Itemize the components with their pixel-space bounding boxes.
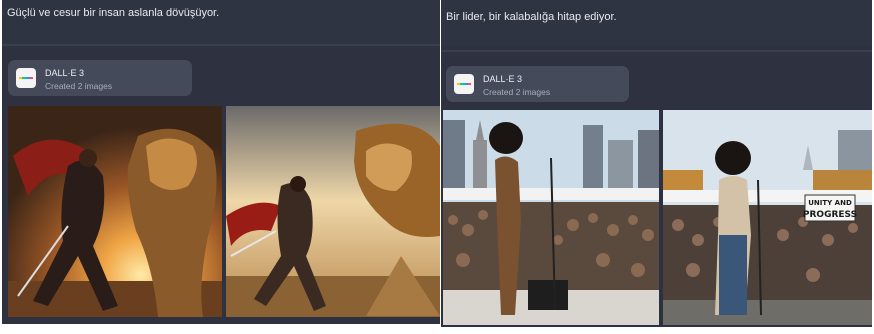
user-prompt-text: Bir lider, bir kalabalığa hitap ediyor. [446,11,617,23]
tool-title: DALL·E 3 [483,74,523,84]
user-prompt-bubble: Bir lider, bir kalabalığa hitap ediyor. [441,0,872,46]
user-prompt-text: Güçlü ve cesur bir insan aslanla dövüşüy… [7,7,220,19]
generated-image-2[interactable] [226,106,440,317]
dalle-logo-icon [454,74,474,94]
generated-image-4[interactable]: UNITY AND PROGRESS [663,110,872,325]
tool-subtitle: Created 2 images [483,87,551,97]
protest-sign-line2: PROGRESS [803,210,857,220]
chat-panel-left: Güçlü ve cesur bir insan aslanla dövüşüy… [2,0,440,324]
dalle-tool-card[interactable]: DALL·E 3 Created 2 images [8,60,192,96]
user-prompt-bubble: Güçlü ve cesur bir insan aslanla dövüşüy… [2,0,440,44]
tool-subtitle: Created 2 images [45,81,113,91]
generated-image-1[interactable] [8,106,222,317]
dalle-tool-card[interactable]: DALL·E 3 Created 2 images [446,66,629,102]
chat-panel-right: Bir lider, bir kalabalığa hitap ediyor. … [441,0,872,327]
dalle-logo-icon [16,68,36,88]
divider [441,50,872,52]
generated-image-3[interactable] [443,110,659,325]
tool-title: DALL·E 3 [45,68,85,78]
divider [2,44,440,46]
protest-sign-line1: UNITY AND [808,199,852,207]
